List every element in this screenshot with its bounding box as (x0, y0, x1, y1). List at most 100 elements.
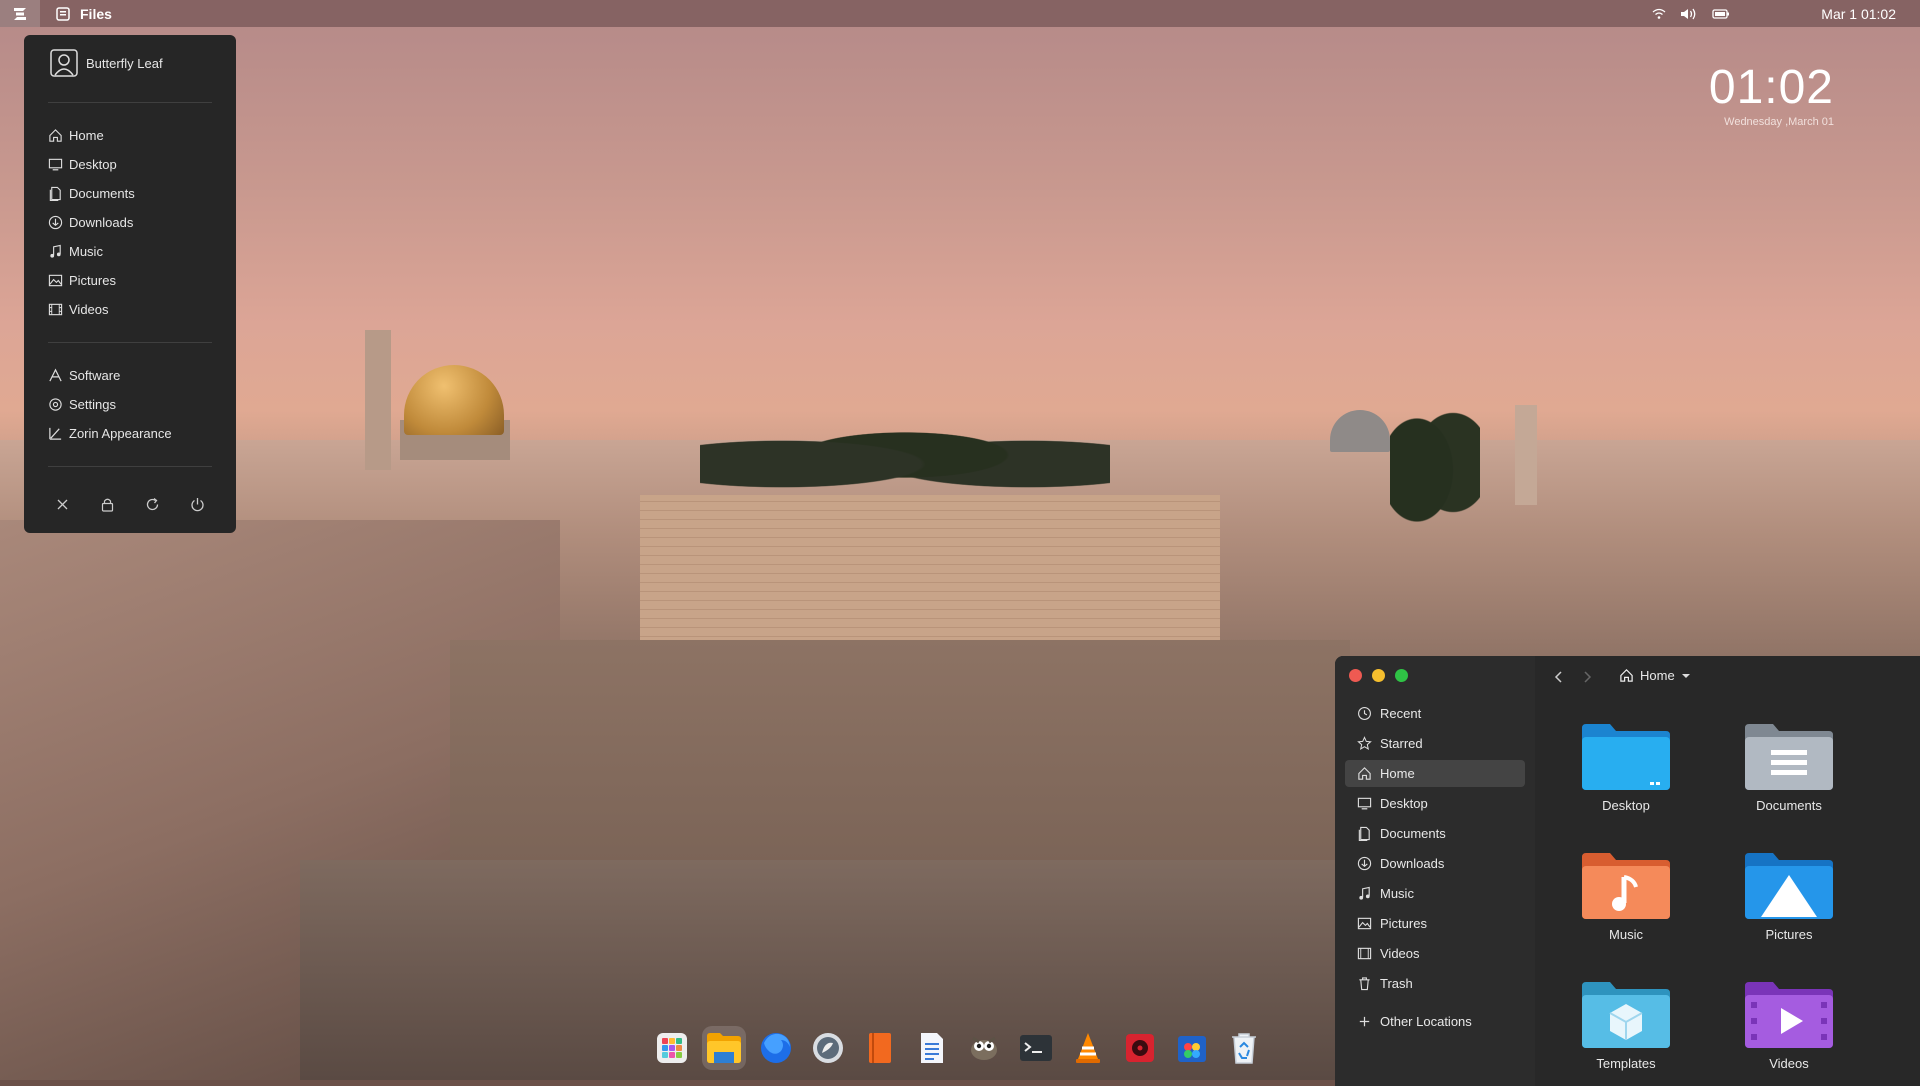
menu-item-downloads[interactable]: Downloads (48, 211, 218, 233)
sidebar-item-music[interactable]: Music (1345, 880, 1525, 907)
dock-terminal[interactable] (1014, 1026, 1058, 1070)
dock-files[interactable] (702, 1026, 746, 1070)
dock-media-player[interactable] (1118, 1026, 1162, 1070)
folder-label: Desktop (1602, 798, 1650, 813)
sidebar-item-desktop[interactable]: Desktop (1345, 790, 1525, 817)
maximize-window-button[interactable] (1395, 669, 1408, 682)
folder-videos-icon (1745, 982, 1833, 1048)
desktop-clock-widget: 01:02 Wednesday ,March 01 (1709, 62, 1834, 129)
sidebar-item-other-locations[interactable]: Other Locations (1345, 1008, 1525, 1035)
minimize-window-button[interactable] (1372, 669, 1385, 682)
sidebar-item-videos[interactable]: Videos (1345, 940, 1525, 967)
menu-item-label: Zorin Appearance (69, 425, 172, 441)
sidebar-item-documents[interactable]: Documents (1345, 820, 1525, 847)
files-icon (707, 1033, 741, 1063)
zorin-menu-button[interactable] (0, 0, 40, 27)
sidebar-item-label: Videos (1380, 946, 1420, 961)
lock-icon (101, 498, 114, 512)
dock-app-grid[interactable] (650, 1026, 694, 1070)
user-avatar-icon (50, 49, 78, 77)
dock-gimp[interactable] (962, 1026, 1006, 1070)
pictures-icon (1357, 917, 1372, 930)
home-icon (1358, 767, 1371, 780)
music-icon (50, 244, 61, 258)
panel-clock[interactable]: Mar 1 01:02 (1821, 0, 1896, 27)
dock-firefox[interactable] (754, 1026, 798, 1070)
folder-pictures[interactable]: Pictures (1729, 851, 1849, 942)
dock-text-editor[interactable] (910, 1026, 954, 1070)
folder-label: Templates (1596, 1056, 1656, 1071)
menu-item-label: Documents (69, 185, 135, 201)
folder-label: Documents (1756, 798, 1822, 813)
folder-documents[interactable]: Documents (1729, 722, 1849, 813)
appearance-icon (49, 427, 62, 440)
sidebar-item-downloads[interactable]: Downloads (1345, 850, 1525, 877)
folder-templates[interactable]: Templates (1566, 980, 1686, 1071)
menu-item-desktop[interactable]: Desktop (48, 153, 218, 175)
active-app-name: Files (80, 5, 112, 22)
software-store-icon (1178, 1036, 1206, 1062)
sidebar-item-label: Desktop (1380, 796, 1428, 811)
close-menu-button[interactable] (52, 493, 74, 515)
sidebar-item-home[interactable]: Home (1345, 760, 1525, 787)
path-bar-home[interactable]: Home (1619, 668, 1691, 683)
menu-item-home[interactable]: Home (48, 124, 218, 146)
desktop-icon (48, 158, 63, 170)
system-status-area[interactable] (1652, 0, 1730, 27)
menu-item-zorin-appearance[interactable]: Zorin Appearance (48, 422, 218, 444)
folder-templates-icon (1582, 982, 1670, 1048)
menu-item-label: Music (69, 243, 103, 259)
power-button[interactable] (187, 493, 209, 515)
dock-software-store[interactable] (1170, 1026, 1214, 1070)
menu-item-videos[interactable]: Videos (48, 298, 218, 320)
books-icon (869, 1033, 891, 1063)
dock-maps[interactable] (806, 1026, 850, 1070)
folder-videos[interactable]: Videos (1729, 980, 1849, 1071)
sidebar-item-label: Starred (1380, 736, 1423, 751)
start-menu: Butterfly Leaf Home Desktop Documents Do… (24, 35, 236, 533)
back-icon[interactable] (1553, 670, 1565, 684)
wallpaper-grey-dome (1330, 410, 1390, 452)
folder-documents-icon (1745, 724, 1833, 790)
menu-item-label: Settings (69, 396, 116, 412)
user-account[interactable]: Butterfly Leaf (50, 49, 163, 77)
chevron-down-icon (1681, 673, 1690, 678)
zorin-menu-icon (14, 7, 26, 20)
forward-icon[interactable] (1581, 670, 1593, 684)
wallpaper-plaza (450, 640, 1350, 880)
power-icon (191, 497, 204, 511)
dock-recycle-bin[interactable] (1222, 1026, 1266, 1070)
close-window-button[interactable] (1349, 669, 1362, 682)
dock-vlc[interactable] (1066, 1026, 1110, 1070)
music-icon (1359, 886, 1370, 900)
active-app-indicator[interactable]: Files (56, 0, 112, 27)
sidebar-item-trash[interactable]: Trash (1345, 970, 1525, 997)
sidebar-item-recent[interactable]: Recent (1345, 700, 1525, 727)
wallpaper-minaret (1515, 405, 1537, 505)
app-grid-icon (657, 1033, 687, 1063)
home-icon (1620, 669, 1633, 682)
lock-button[interactable] (97, 493, 119, 515)
session-actions (24, 493, 236, 515)
wallpaper-golden-dome (404, 365, 504, 435)
menu-item-settings[interactable]: Settings (48, 393, 218, 415)
menu-item-documents[interactable]: Documents (48, 182, 218, 204)
files-content: Home Desktop Documents Music Pictures Te… (1535, 656, 1920, 1086)
menu-item-label: Home (69, 127, 104, 143)
trash-icon (1359, 977, 1370, 991)
menu-item-label: Pictures (69, 272, 116, 288)
files-sidebar: Recent Starred Home Desktop Documents Do… (1335, 656, 1536, 1086)
vlc-icon (1076, 1033, 1100, 1063)
dock-books[interactable] (858, 1026, 902, 1070)
sidebar-item-pictures[interactable]: Pictures (1345, 910, 1525, 937)
sidebar-item-starred[interactable]: Starred (1345, 730, 1525, 757)
restart-button[interactable] (142, 493, 164, 515)
folder-desktop[interactable]: Desktop (1566, 722, 1686, 813)
top-panel: Files Mar 1 01:02 (0, 0, 1920, 27)
menu-item-software[interactable]: Software (48, 364, 218, 386)
user-name: Butterfly Leaf (86, 55, 163, 71)
folder-music[interactable]: Music (1566, 851, 1686, 942)
menu-item-music[interactable]: Music (48, 240, 218, 262)
home-icon (49, 128, 62, 142)
menu-item-pictures[interactable]: Pictures (48, 269, 218, 291)
